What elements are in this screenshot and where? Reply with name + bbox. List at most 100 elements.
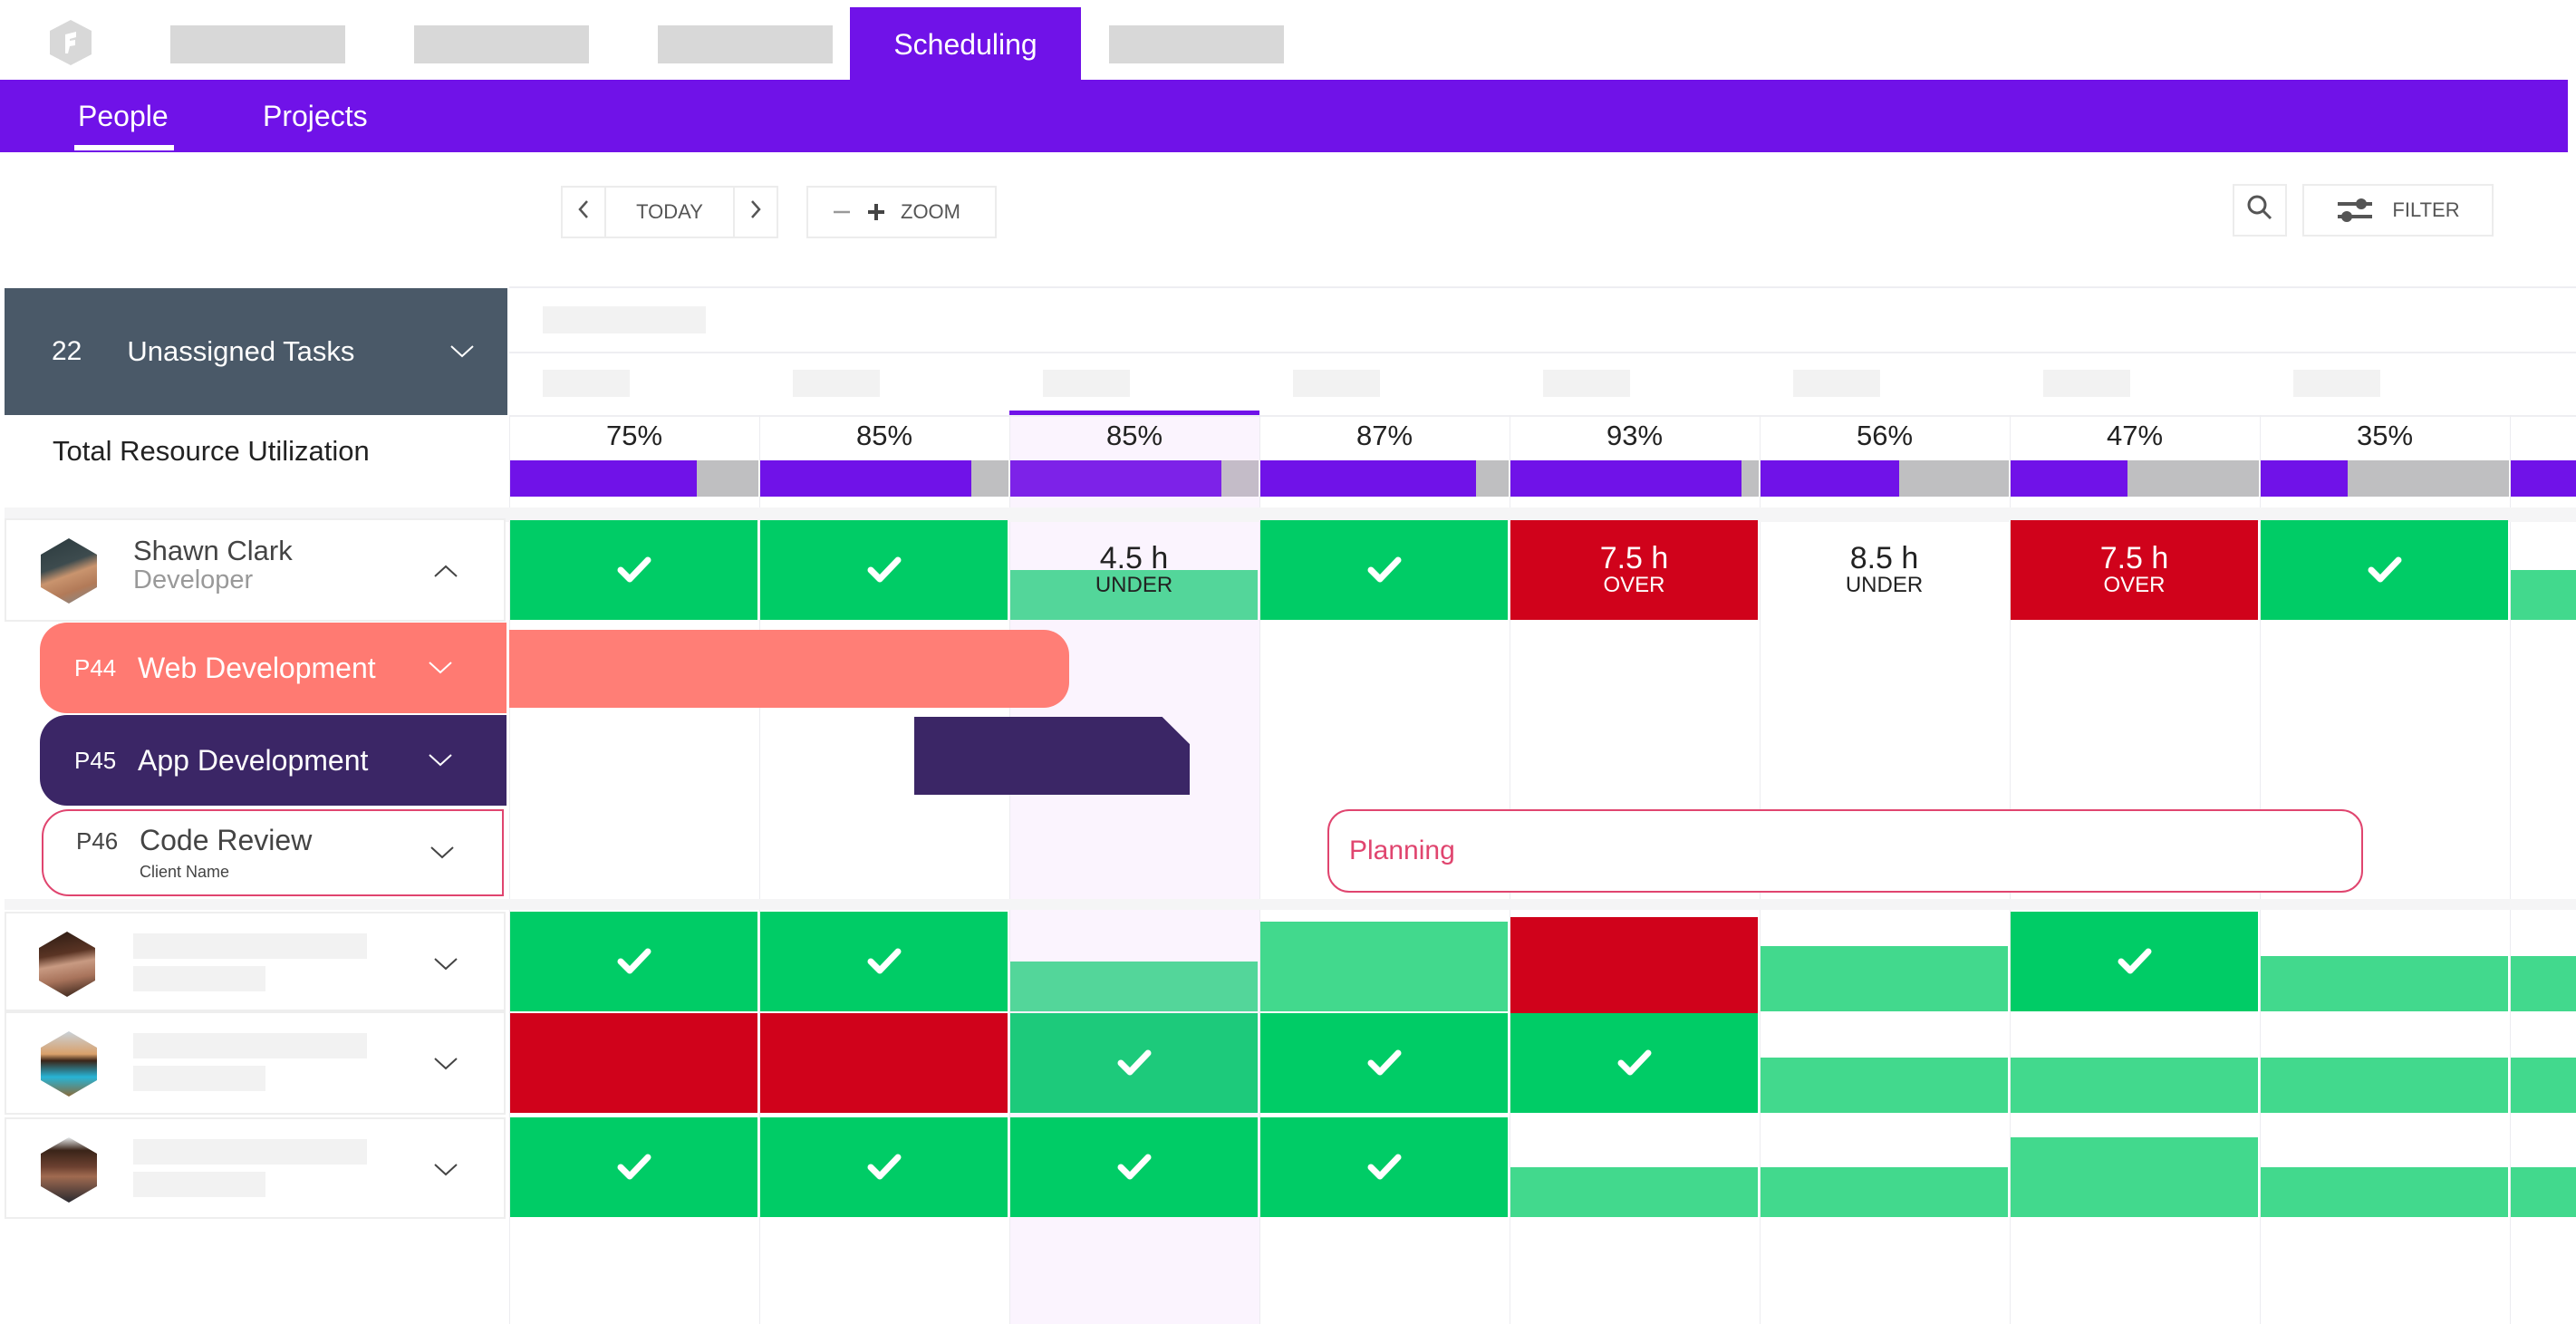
project-row-p46[interactable]: P46 Code Review Client Name	[42, 809, 504, 896]
search-button[interactable]	[2233, 184, 2287, 237]
zoom-in-button[interactable]	[866, 202, 886, 222]
capacity-cell-under[interactable]: 8.5 h UNDER	[1761, 520, 2008, 620]
capacity-fill	[1761, 1058, 2008, 1113]
utilization-percent: 85%	[1105, 420, 1163, 451]
capacity-cell-partial[interactable]	[1510, 1117, 1758, 1217]
capacity-cell-partial[interactable]	[2511, 520, 2576, 620]
cell-hours: 8.5 h	[1849, 541, 1919, 575]
zoom-label: ZOOM	[901, 200, 960, 223]
project-bar-web-development[interactable]	[509, 630, 1069, 708]
utilization-bar-fill	[510, 460, 697, 497]
zoom-out-button[interactable]	[832, 202, 852, 222]
subtab-people[interactable]: People	[78, 80, 169, 152]
project-client: Client Name	[140, 863, 230, 881]
avatar	[41, 1137, 97, 1203]
unassigned-tasks-header[interactable]: 22 Unassigned Tasks	[5, 288, 507, 415]
prev-button[interactable]	[561, 186, 606, 238]
day-label-placeholder	[2293, 370, 2380, 397]
capacity-cell-under[interactable]: 4.5 h UNDER	[1010, 520, 1258, 620]
filter-label: FILTER	[2392, 198, 2460, 221]
nav-tab-placeholder-5[interactable]	[1109, 25, 1284, 63]
checkmark-icon	[616, 947, 652, 976]
chevron-down-icon[interactable]	[428, 946, 464, 982]
person-row-2[interactable]	[5, 912, 506, 1011]
capacity-cell-partial[interactable]	[2511, 912, 2576, 1011]
capacity-cell-ok[interactable]	[1010, 1117, 1258, 1217]
chevron-down-icon[interactable]	[428, 1046, 464, 1082]
capacity-cell-over[interactable]	[510, 1013, 757, 1113]
capacity-cell-ok[interactable]	[760, 520, 1008, 620]
capacity-cell-ok[interactable]	[1260, 1117, 1508, 1217]
project-row-p44[interactable]: P44 Web Development	[40, 623, 507, 713]
nav-tab-placeholder-1[interactable]	[170, 25, 345, 63]
chevron-down-icon[interactable]	[444, 333, 480, 370]
today-button[interactable]: TODAY	[604, 186, 735, 238]
person-name-placeholder	[133, 1139, 367, 1165]
capacity-cell-over[interactable]	[760, 1013, 1008, 1113]
unassigned-label: Unassigned Tasks	[127, 335, 355, 367]
project-bar-app-development[interactable]	[914, 717, 1190, 795]
nav-tab-placeholder-3[interactable]	[658, 25, 833, 63]
project-code: P44	[74, 653, 117, 681]
capacity-cell-ok[interactable]	[1510, 1013, 1758, 1113]
capacity-cell-partial[interactable]	[1260, 912, 1508, 1011]
chevron-up-icon[interactable]	[428, 553, 464, 589]
capacity-cell-partial[interactable]	[1761, 912, 2008, 1011]
capacity-cell-over[interactable]: 7.5 h OVER	[2011, 520, 2258, 620]
person-name-placeholder	[133, 1033, 367, 1058]
checkmark-icon	[866, 947, 902, 976]
day-label-placeholder	[543, 370, 630, 397]
active-subtab-indicator	[74, 145, 174, 150]
capacity-cell-partial[interactable]	[2261, 912, 2508, 1011]
next-button[interactable]	[733, 186, 778, 238]
capacity-cell-ok[interactable]	[2011, 912, 2258, 1011]
capacity-cell-partial[interactable]	[2511, 1013, 2576, 1113]
capacity-cell-ok[interactable]	[1260, 520, 1508, 620]
person-row-4[interactable]	[5, 1117, 506, 1219]
cell-state: UNDER	[1095, 573, 1173, 597]
capacity-cell-ok[interactable]	[760, 1117, 1008, 1217]
project-row-p45[interactable]: P45 App Development	[40, 715, 507, 806]
nav-tab-scheduling[interactable]: Scheduling	[850, 7, 1081, 82]
capacity-cell-partial[interactable]	[2011, 1013, 2258, 1113]
person-row-shawn-clark[interactable]: Shawn Clark Developer	[5, 518, 506, 622]
utilization-label: Total Resource Utilization	[53, 435, 370, 467]
subtab-projects[interactable]: Projects	[263, 80, 368, 152]
project-code: P46	[76, 827, 119, 855]
capacity-cell-ok[interactable]	[2261, 520, 2508, 620]
nav-tab-placeholder-2[interactable]	[414, 25, 589, 63]
capacity-cell-ok[interactable]	[1260, 1013, 1508, 1113]
capacity-cell-partial[interactable]	[2261, 1117, 2508, 1217]
app-logo-icon[interactable]	[50, 20, 92, 65]
capacity-cell-ok[interactable]	[510, 1117, 757, 1217]
capacity-cell-over[interactable]: 7.5 h OVER	[1510, 520, 1758, 620]
utilization-percent: 56%	[1856, 420, 1914, 451]
chevron-down-icon[interactable]	[424, 835, 460, 871]
header-line	[509, 352, 2576, 353]
chevron-down-icon[interactable]	[422, 742, 458, 778]
chevron-down-icon[interactable]	[428, 1152, 464, 1188]
capacity-cell-partial[interactable]	[1761, 1013, 2008, 1113]
capacity-cell-partial[interactable]	[2011, 1117, 2258, 1217]
cell-state: OVER	[2103, 573, 2166, 597]
utilization-bar-remaining	[1741, 460, 1759, 497]
filter-button[interactable]: FILTER	[2302, 184, 2494, 237]
capacity-cell-partial[interactable]	[2261, 1013, 2508, 1113]
project-bar-code-review[interactable]: Planning	[1327, 809, 2363, 893]
person-row-3[interactable]	[5, 1011, 506, 1115]
avatar	[41, 1031, 97, 1097]
capacity-cell-partial[interactable]	[2511, 1117, 2576, 1217]
capacity-cell-over[interactable]	[1510, 917, 1758, 1017]
chevron-down-icon[interactable]	[422, 650, 458, 686]
capacity-cell-ok[interactable]	[760, 912, 1008, 1011]
sliders-icon	[2336, 196, 2374, 225]
capacity-cell-partial[interactable]	[1010, 912, 1258, 1011]
capacity-cell-ok[interactable]	[510, 912, 757, 1011]
checkmark-icon	[1366, 1153, 1403, 1182]
capacity-cell-partial[interactable]	[1761, 1117, 2008, 1217]
nav-tab-label: Scheduling	[893, 27, 1037, 61]
utilization-percent: 87%	[1356, 420, 1413, 451]
capacity-cell-ok[interactable]	[1010, 1013, 1258, 1113]
capacity-cell-ok[interactable]	[510, 520, 757, 620]
person-role: Developer	[133, 565, 254, 594]
